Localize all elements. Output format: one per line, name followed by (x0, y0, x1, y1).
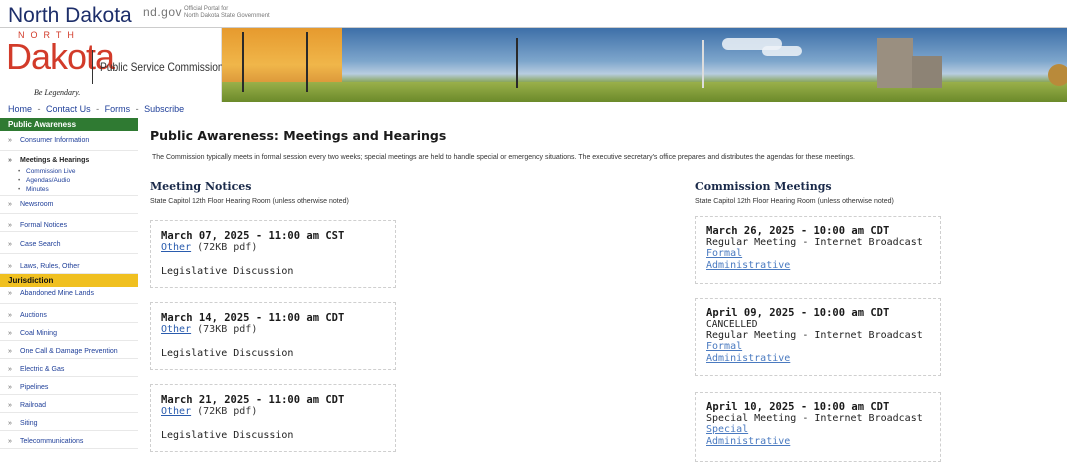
meeting-description: Legislative Discussion (161, 266, 294, 277)
sidebar-item-meetings-hearings[interactable]: Meetings & Hearings (0, 157, 138, 167)
logo-tagline: Be Legendary. (34, 88, 81, 97)
sidebar-item-siting[interactable]: Siting (0, 413, 138, 435)
nav-separator: - (135, 104, 139, 114)
page-title: Public Awareness: Meetings and Hearings (150, 128, 447, 143)
nav-home-link[interactable]: Home (8, 104, 32, 114)
sidebar-item-coal-mining[interactable]: Coal Mining (0, 323, 138, 345)
portal-tagline: Official Portal for North Dakota State G… (184, 6, 270, 20)
nav-separator: - (37, 104, 41, 114)
browser-page: North Dakota nd.gov Official Portal for … (0, 0, 1067, 464)
file-size: (73KB pdf) (197, 324, 258, 335)
document-link[interactable]: Other (161, 324, 191, 335)
sidebar-heading-jurisdiction[interactable]: Jurisdiction (0, 274, 138, 287)
meeting-description: Legislative Discussion (161, 348, 294, 359)
hay-bale-image (1048, 64, 1067, 86)
commission-meeting-card: March 26, 2025 - 10:00 am CDT Regular Me… (695, 216, 941, 284)
state-portal-bar: North Dakota nd.gov Official Portal for … (0, 0, 1067, 28)
sidebar-item-newsroom[interactable]: Newsroom (0, 196, 138, 214)
commission-meetings-location: State Capitol 12th Floor Hearing Room (u… (695, 198, 894, 205)
top-nav: Home - Contact Us - Forms - Subscribe (0, 104, 1067, 118)
portal-line-1: Official Portal for (184, 6, 229, 12)
meeting-date: April 10, 2025 - 10:00 am CDT (706, 401, 890, 413)
sidebar-item-laws-rules-other[interactable]: Laws, Rules, Other (0, 254, 138, 280)
file-size: (72KB pdf) (197, 242, 258, 253)
sidebar-item-case-search[interactable]: Case Search (0, 232, 138, 258)
sidebar-item-consumer-information[interactable]: Consumer Information (0, 137, 138, 151)
state-name[interactable]: North Dakota (8, 4, 132, 28)
agenda-link-formal[interactable]: Formal (706, 248, 930, 260)
meeting-date: March 26, 2025 - 10:00 am CDT (706, 225, 890, 237)
commission-meeting-card: April 09, 2025 - 10:00 am CDT CANCELLED … (695, 298, 941, 376)
meeting-type: Regular Meeting - Internet Broadcast (706, 237, 923, 248)
sidebar-item-abandoned-mine-lands[interactable]: Abandoned Mine Lands (0, 287, 138, 304)
sidebar-item-auctions[interactable]: Auctions (0, 304, 138, 328)
sidebar-item-one-call[interactable]: One Call & Damage Prevention (0, 341, 138, 363)
sidebar-item-telecommunications[interactable]: Telecommunications (0, 431, 138, 453)
sidebar-heading-public-awareness[interactable]: Public Awareness (0, 118, 138, 131)
meeting-description: Legislative Discussion (161, 430, 294, 441)
nav-forms-link[interactable]: Forms (105, 104, 131, 114)
sidebar-subitem-minutes[interactable]: Minutes (0, 185, 138, 196)
commission-meeting-card: April 10, 2025 - 10:00 am CDT Special Me… (695, 392, 941, 462)
logo-divider (92, 50, 93, 84)
agenda-link-special[interactable]: Special (706, 424, 930, 436)
nav-contact-link[interactable]: Contact Us (46, 104, 91, 114)
agenda-link-administrative[interactable]: Administrative (706, 353, 930, 365)
meeting-notices-location: State Capitol 12th Floor Hearing Room (u… (150, 198, 349, 205)
meeting-type: Special Meeting - Internet Broadcast (706, 413, 923, 424)
document-link[interactable]: Other (161, 242, 191, 253)
meeting-notice-card: March 14, 2025 - 11:00 am CDT Other (73K… (150, 302, 396, 370)
ndgov-logo[interactable]: nd.gov (143, 5, 182, 19)
file-size: (72KB pdf) (197, 406, 258, 417)
intro-text: The Commission typically meets in formal… (152, 154, 855, 161)
wind-turbine-icon (702, 40, 704, 88)
sidebar-subitem-commission-live[interactable]: Commission Live (0, 167, 138, 176)
meeting-notice-card: March 07, 2025 - 11:00 am CST Other (72K… (150, 220, 396, 288)
grain-elevator-image (877, 38, 913, 88)
agency-name: Public Service Commission (100, 60, 224, 74)
sidebar-subitem-agendas-audio[interactable]: Agendas/Audio (0, 176, 138, 185)
power-tower-icon (306, 32, 308, 92)
meeting-date: March 14, 2025 - 11:00 am CDT (161, 312, 345, 324)
banner-photo (222, 28, 1067, 102)
sidebar-item-electric-gas[interactable]: Electric & Gas (0, 359, 138, 381)
agenda-link-formal[interactable]: Formal (706, 341, 930, 353)
cloud-image (762, 46, 802, 56)
main-content: Public Awareness: Meetings and Hearings … (150, 118, 1067, 464)
site-banner: NORTH Dakota Public Service Commission B… (0, 28, 1067, 102)
sidebar-item-railroad[interactable]: Railroad (0, 395, 138, 417)
meeting-date: March 07, 2025 - 11:00 am CST (161, 230, 345, 242)
meeting-notice-card: March 21, 2025 - 11:00 am CDT Other (72K… (150, 384, 396, 452)
grain-elevator-image (912, 56, 942, 88)
sidebar-item-pipelines[interactable]: Pipelines (0, 377, 138, 399)
meeting-date: March 21, 2025 - 11:00 am CDT (161, 394, 345, 406)
document-link[interactable]: Other (161, 406, 191, 417)
agenda-link-administrative[interactable]: Administrative (706, 436, 930, 448)
sidebar-item-formal-notices[interactable]: Formal Notices (0, 214, 138, 238)
wind-turbine-icon (516, 38, 518, 88)
logo-dakota: Dakota (6, 36, 115, 77)
meeting-notices-heading: Meeting Notices (150, 180, 252, 193)
nav-separator: - (96, 104, 100, 114)
commission-meetings-heading: Commission Meetings (695, 180, 832, 193)
meeting-status: CANCELLED (706, 319, 758, 330)
nav-subscribe-link[interactable]: Subscribe (144, 104, 184, 114)
power-tower-icon (242, 32, 244, 92)
psc-logo[interactable]: NORTH Dakota Public Service Commission B… (0, 28, 224, 102)
portal-line-2: North Dakota State Government (184, 13, 270, 19)
meeting-type: Regular Meeting - Internet Broadcast (706, 330, 923, 341)
sidebar: Public Awareness Consumer Information Me… (0, 118, 138, 464)
agenda-link-administrative[interactable]: Administrative (706, 260, 930, 272)
meeting-date: April 09, 2025 - 10:00 am CDT (706, 307, 890, 319)
